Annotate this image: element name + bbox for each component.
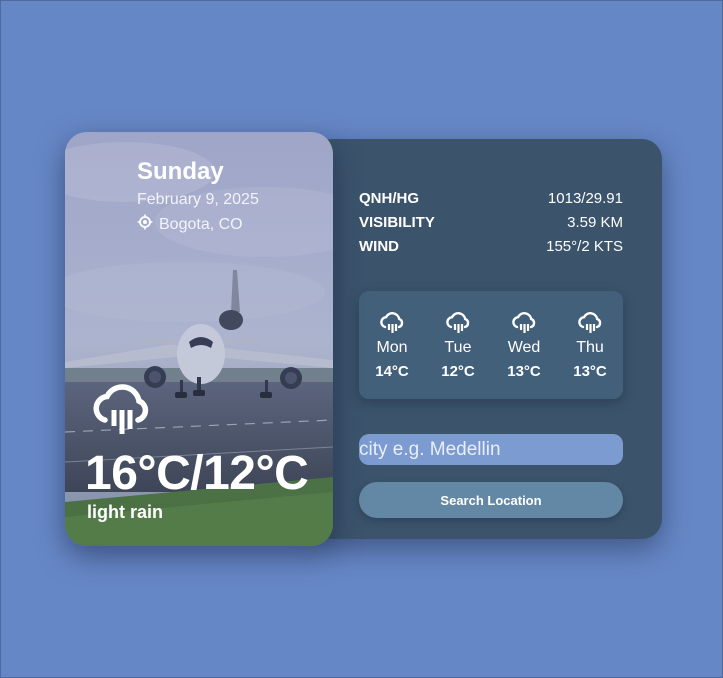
weather-widget: QNH/HG 1013/29.91 VISIBILITY 3.59 KM WIN…	[65, 132, 663, 546]
details-panel: QNH/HG 1013/29.91 VISIBILITY 3.59 KM WIN…	[313, 139, 662, 539]
stat-label: WIND	[359, 238, 399, 255]
forecast-day-name: Tue	[444, 339, 472, 356]
location-text: Bogota, CO	[159, 215, 243, 233]
cloud-rain-icon	[563, 309, 617, 337]
date-text: February 9, 2025	[137, 191, 259, 208]
stat-row-qnh: QNH/HG 1013/29.91	[359, 187, 623, 211]
forecast-card: Mon 14°C Tue 12°C Wed 13°C Thu 13°C	[359, 291, 623, 399]
location-row: Bogota, CO	[137, 214, 243, 235]
forecast-day-temp: 12°C	[441, 363, 475, 380]
stat-label: QNH/HG	[359, 190, 419, 207]
forecast-day: Tue 12°C	[431, 291, 485, 399]
forecast-day-temp: 14°C	[375, 363, 409, 380]
forecast-day: Thu 13°C	[563, 291, 617, 399]
forecast-day-temp: 13°C	[507, 363, 541, 380]
cloud-rain-icon	[497, 309, 551, 337]
weather-description: light rain	[87, 502, 163, 522]
location-target-icon	[137, 214, 159, 235]
forecast-day-temp: 13°C	[573, 363, 607, 380]
forecast-day-name: Wed	[507, 339, 541, 356]
stat-row-wind: WIND 155°/2 KTS	[359, 235, 623, 259]
forecast-day-name: Thu	[576, 339, 604, 356]
forecast-day: Wed 13°C	[497, 291, 551, 399]
stat-value: 3.59 KM	[567, 214, 623, 231]
city-search-input[interactable]	[359, 434, 623, 465]
stat-value: 155°/2 KTS	[546, 238, 623, 255]
stat-label: VISIBILITY	[359, 214, 435, 231]
cloud-rain-icon	[431, 309, 485, 337]
forecast-day: Mon 14°C	[365, 291, 419, 399]
day-name: Sunday	[137, 158, 224, 185]
search-location-button[interactable]: Search Location	[359, 482, 623, 518]
stat-value: 1013/29.91	[547, 190, 623, 207]
stats-list: QNH/HG 1013/29.91 VISIBILITY 3.59 KM WIN…	[359, 187, 623, 259]
forecast-day-name: Mon	[376, 339, 408, 356]
temperature-range: 16°C/12°C	[85, 447, 309, 500]
cloud-rain-icon	[365, 309, 419, 337]
cloud-rain-icon	[89, 376, 157, 443]
current-weather-card: Sunday February 9, 2025 Bogota, CO 16°C/…	[65, 132, 333, 546]
stat-row-visibility: VISIBILITY 3.59 KM	[359, 211, 623, 235]
